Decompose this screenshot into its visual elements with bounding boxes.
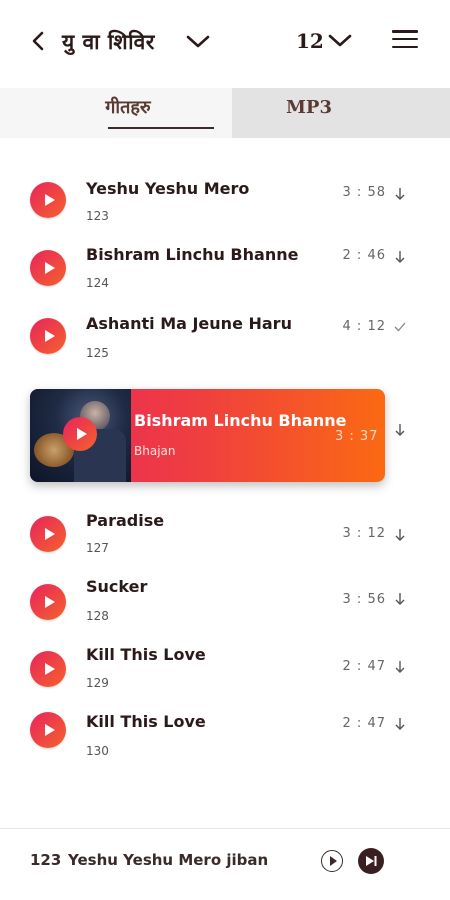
song-duration: 2 : 47 bbox=[342, 659, 386, 674]
play-button[interactable] bbox=[63, 417, 97, 451]
song-number: 130 bbox=[86, 744, 109, 758]
active-tab-indicator bbox=[108, 127, 214, 129]
download-icon bbox=[395, 529, 405, 541]
list-item[interactable]: Paradise 127 3 : 12 bbox=[0, 506, 450, 564]
chevron-down-icon bbox=[328, 34, 352, 47]
play-icon bbox=[44, 596, 55, 608]
song-title: Sucker bbox=[86, 577, 148, 596]
tab-bar: गीतहरु MP3 bbox=[0, 88, 450, 138]
play-icon bbox=[44, 330, 55, 342]
download-button[interactable] bbox=[394, 717, 406, 731]
list-item[interactable]: Kill This Love 129 2 : 47 bbox=[0, 640, 450, 698]
song-duration: 2 : 46 bbox=[342, 248, 386, 263]
now-playing-title: Yeshu Yeshu Mero jiban bbox=[68, 851, 269, 869]
featured-song-category: Bhajan bbox=[134, 444, 176, 458]
now-playing-number: 123 bbox=[30, 851, 62, 869]
song-title: Kill This Love bbox=[86, 645, 206, 664]
play-icon bbox=[44, 528, 55, 540]
number-dropdown[interactable]: 12 bbox=[296, 26, 352, 56]
play-icon bbox=[76, 428, 87, 440]
download-icon bbox=[395, 718, 405, 730]
download-button[interactable] bbox=[394, 660, 406, 674]
song-title: Ashanti Ma Jeune Haru bbox=[86, 314, 292, 333]
check-icon bbox=[394, 322, 406, 332]
skip-next-button[interactable] bbox=[358, 848, 384, 874]
download-button[interactable] bbox=[394, 250, 406, 264]
tab-songs[interactable]: गीतहरु bbox=[0, 88, 232, 138]
list-item[interactable]: Sucker 128 3 : 56 bbox=[0, 572, 450, 630]
tab-mp3-label: MP3 bbox=[286, 96, 332, 118]
song-number: 127 bbox=[86, 541, 109, 555]
play-icon bbox=[44, 194, 55, 206]
song-number: 128 bbox=[86, 609, 109, 623]
download-button[interactable] bbox=[394, 187, 406, 201]
play-button[interactable] bbox=[30, 712, 66, 748]
downloaded-status bbox=[394, 320, 406, 334]
song-duration: 3 : 58 bbox=[342, 185, 386, 200]
page-title[interactable]: यु वा शिविर bbox=[62, 28, 155, 56]
song-number: 123 bbox=[86, 209, 109, 223]
tab-songs-label: गीतहरु bbox=[105, 97, 151, 118]
download-icon bbox=[395, 593, 405, 605]
play-icon bbox=[44, 262, 55, 274]
song-duration: 2 : 47 bbox=[342, 716, 386, 731]
download-icon bbox=[395, 661, 405, 673]
play-button[interactable] bbox=[321, 850, 343, 872]
skip-next-icon bbox=[366, 856, 377, 866]
list-item[interactable]: Ashanti Ma Jeune Haru 125 4 : 12 bbox=[0, 306, 450, 364]
app-header: यु वा शिविर 12 bbox=[0, 0, 450, 86]
chevron-left-icon bbox=[32, 31, 44, 51]
song-list-screen: यु वा शिविर 12 गीतहरु MP3 Yeshu Yeshu Me… bbox=[0, 0, 450, 900]
song-title: Bishram Linchu Bhanne bbox=[86, 245, 299, 264]
song-number: 125 bbox=[86, 346, 109, 360]
play-button[interactable] bbox=[30, 182, 66, 218]
download-button[interactable] bbox=[394, 528, 406, 542]
song-number: 129 bbox=[86, 676, 109, 690]
song-title: Paradise bbox=[86, 511, 165, 530]
song-title: Kill This Love bbox=[86, 712, 206, 731]
download-button[interactable] bbox=[394, 422, 406, 436]
song-title: Yeshu Yeshu Mero bbox=[86, 179, 250, 198]
download-icon bbox=[395, 424, 405, 436]
download-icon bbox=[395, 188, 405, 200]
song-duration: 4 : 12 bbox=[342, 319, 386, 334]
list-item[interactable]: Yeshu Yeshu Mero 123 3 : 58 bbox=[0, 172, 450, 230]
featured-song-duration: 3 : 37 bbox=[335, 429, 379, 444]
download-button[interactable] bbox=[394, 592, 406, 606]
list-item[interactable]: Bishram Linchu Bhanne 124 2 : 46 bbox=[0, 238, 450, 296]
song-number: 124 bbox=[86, 276, 109, 290]
play-button[interactable] bbox=[30, 318, 66, 354]
hamburger-menu-icon[interactable] bbox=[392, 28, 418, 50]
play-button[interactable] bbox=[30, 651, 66, 687]
number-value: 12 bbox=[296, 29, 324, 53]
play-button[interactable] bbox=[30, 250, 66, 286]
song-duration: 3 : 56 bbox=[342, 592, 386, 607]
featured-song-title: Bishram Linchu Bhanne bbox=[134, 411, 347, 430]
back-button[interactable] bbox=[24, 26, 52, 56]
play-icon bbox=[44, 724, 55, 736]
title-dropdown-button[interactable] bbox=[184, 30, 212, 54]
now-playing-bar[interactable]: 123 Yeshu Yeshu Mero jiban bbox=[0, 828, 450, 900]
play-button[interactable] bbox=[30, 516, 66, 552]
song-duration: 3 : 12 bbox=[342, 526, 386, 541]
download-icon bbox=[395, 251, 405, 263]
play-icon bbox=[329, 856, 337, 866]
chevron-down-icon bbox=[186, 35, 210, 48]
tab-mp3[interactable]: MP3 bbox=[232, 88, 450, 138]
play-button[interactable] bbox=[30, 584, 66, 620]
album-art-thumbnail bbox=[30, 389, 131, 482]
featured-song-card[interactable]: Bishram Linchu Bhanne Bhajan 3 : 37 bbox=[30, 389, 385, 482]
list-item[interactable]: Kill This Love 130 2 : 47 bbox=[0, 706, 450, 764]
play-icon bbox=[44, 663, 55, 675]
